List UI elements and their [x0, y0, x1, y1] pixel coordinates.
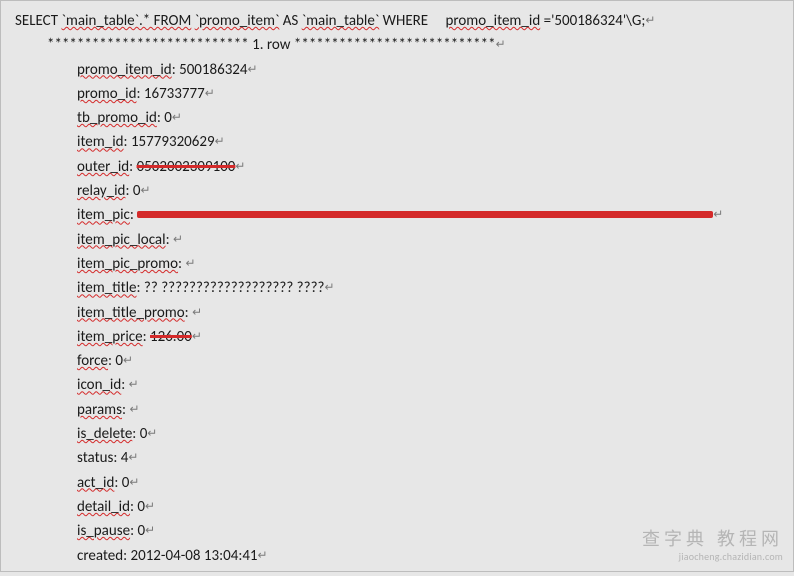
field-params: params: ↵: [21, 398, 787, 422]
field-item-pic: item_pic: ↵: [21, 203, 787, 227]
field-promo-item-id: promo_item_id: 500186324↵: [21, 58, 787, 82]
where-val: ='500186324'\G;: [544, 12, 646, 30]
field-outer-id: outer_id: 0502002309100↵: [21, 155, 787, 179]
redacted-item-price: 126.00: [150, 328, 192, 346]
field-item-title-promo: item_title_promo: ↵: [21, 301, 787, 325]
kw-select: SELECT: [15, 12, 58, 30]
cr-icon: ↵: [645, 14, 655, 28]
field-item-pic-local: item_pic_local: ↵: [21, 228, 787, 252]
field-force: force: 0↵: [21, 349, 787, 373]
field-item-pic-promo: item_pic_promo: ↵: [21, 252, 787, 276]
cr-icon: ↵: [496, 38, 506, 52]
redacted-outer-id: 0502002309100: [137, 158, 236, 176]
field-status: status: 4↵: [21, 446, 787, 470]
row-label: 1. row: [252, 36, 290, 54]
row-separator: *************************** 1. row *****…: [21, 33, 787, 57]
promo-item: `promo_item`: [195, 12, 280, 30]
field-item-price: item_price: 126.00↵: [21, 325, 787, 349]
where-field: promo_item_id: [446, 12, 541, 30]
field-is-delete: is_delete: 0↵: [21, 422, 787, 446]
sql-output: SELECT `main_table`.* FROM `promo_item` …: [1, 1, 793, 576]
watermark: 查字典 教程网 jiaocheng.chazidian.com: [642, 528, 783, 563]
watermark-en: jiaocheng.chazidian.com: [642, 551, 783, 564]
field-item-title: item_title: ?? ??????????????????? ????↵: [21, 276, 787, 300]
field-icon-id: icon_id: ↵: [21, 373, 787, 397]
watermark-cn: 查字典 教程网: [642, 528, 783, 551]
field-item-id: item_id: 15779320629↵: [21, 130, 787, 154]
redacted-item-pic: [137, 211, 713, 218]
kw-where: WHERE: [383, 12, 428, 30]
maintable: `main_table`: [302, 12, 380, 30]
query-line: SELECT `main_table`.* FROM `promo_item` …: [15, 9, 787, 33]
field-relay-id: relay_id: 0↵: [21, 179, 787, 203]
field-tb-promo-id: tb_promo_id: 0↵: [21, 106, 787, 130]
maintable-star: `main_table`.* FROM: [61, 12, 191, 30]
field-act-id: act_id: 0↵: [21, 471, 787, 495]
stars-left: ***************************: [47, 36, 249, 54]
field-detail-id: detail_id: 0↵: [21, 495, 787, 519]
kw-as: AS: [283, 12, 299, 30]
field-promo-id: promo_id: 16733777↵: [21, 82, 787, 106]
stars-right: ***************************: [294, 36, 496, 54]
